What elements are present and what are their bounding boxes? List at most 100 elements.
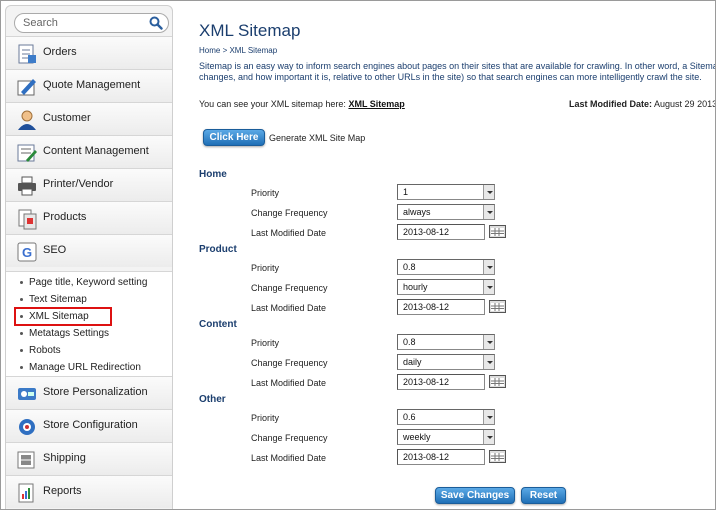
personalization-icon bbox=[18, 388, 36, 400]
search-input[interactable] bbox=[23, 15, 143, 31]
chevron-down-icon bbox=[483, 410, 494, 424]
last-modified: Last Modified Date: August 29 2013 bbox=[569, 99, 716, 109]
other-priority-select[interactable]: 0.6 bbox=[397, 409, 495, 425]
calendar-icon[interactable] bbox=[489, 375, 506, 388]
content-frequency-select[interactable]: daily bbox=[397, 354, 495, 370]
section-title-home: Home bbox=[199, 169, 227, 180]
sidebar-item-orders[interactable]: Orders bbox=[6, 36, 172, 69]
sidebar-item-quote-management[interactable]: Quote Management bbox=[6, 69, 172, 102]
sidebar-item-label: Printer/Vendor bbox=[43, 178, 114, 190]
sidebar-item-label: Customer bbox=[43, 112, 91, 124]
chevron-down-icon bbox=[483, 280, 494, 294]
xml-sitemap-link[interactable]: XML Sitemap bbox=[348, 99, 404, 109]
home-priority-select[interactable]: 1 bbox=[397, 184, 495, 200]
frequency-label: Change Frequency bbox=[251, 433, 328, 443]
calendar-icon[interactable] bbox=[489, 450, 506, 463]
submenu-item-text-sitemap[interactable]: Text Sitemap bbox=[20, 294, 87, 305]
sidebar-item-store-configuration[interactable]: Store Configuration bbox=[6, 409, 172, 442]
lastmod-label: Last Modified Date bbox=[251, 303, 327, 313]
chevron-down-icon bbox=[483, 335, 494, 349]
sidebar-item-label: Orders bbox=[43, 46, 77, 58]
printer-icon bbox=[18, 176, 36, 196]
section-title-product: Product bbox=[199, 244, 237, 255]
sidebar: Orders Quote Management Customer Content… bbox=[5, 5, 173, 509]
chevron-down-icon bbox=[483, 430, 494, 444]
sitemap-link-line: You can see your XML sitemap here: XML S… bbox=[199, 99, 405, 109]
selection-highlight bbox=[14, 307, 112, 326]
sidebar-item-label: Quote Management bbox=[43, 79, 141, 91]
sidebar-item-label: Content Management bbox=[43, 145, 149, 157]
frequency-label: Change Frequency bbox=[251, 283, 328, 293]
page-title: XML Sitemap bbox=[199, 21, 301, 40]
sidebar-item-label: SEO bbox=[43, 244, 67, 256]
other-date-input[interactable]: 2013-08-12 bbox=[397, 449, 485, 465]
breadcrumb[interactable]: Home > XML Sitemap bbox=[199, 46, 277, 55]
lastmod-label: Last Modified Date bbox=[251, 228, 327, 238]
sidebar-item-label: Products bbox=[43, 211, 87, 223]
submenu-item-robots[interactable]: Robots bbox=[20, 345, 61, 356]
sidebar-item-label: Reports bbox=[43, 485, 82, 497]
sidebar-item-label: Store Configuration bbox=[43, 419, 138, 431]
calendar-icon[interactable] bbox=[489, 300, 506, 313]
submenu-item-page-title[interactable]: Page title, Keyword setting bbox=[20, 277, 147, 288]
last-modified-label: Last Modified Date: bbox=[569, 99, 653, 109]
priority-label: Priority bbox=[251, 413, 280, 423]
sitemap-link-text: You can see your XML sitemap here: bbox=[199, 99, 346, 109]
product-date-input[interactable]: 2013-08-12 bbox=[397, 299, 485, 315]
priority-label: Priority bbox=[251, 263, 280, 273]
sidebar-item-shipping[interactable]: Shipping bbox=[6, 442, 172, 475]
submenu-item-url-redirection[interactable]: Manage URL Redirection bbox=[20, 362, 141, 373]
quote-icon bbox=[17, 79, 36, 96]
content-priority-select[interactable]: 0.8 bbox=[397, 334, 495, 350]
calendar-icon[interactable] bbox=[489, 225, 506, 238]
sidebar-item-reports[interactable]: Reports bbox=[6, 475, 172, 508]
description: Sitemap is an easy way to inform search … bbox=[199, 61, 716, 83]
section-title-content: Content bbox=[199, 319, 237, 330]
reset-button[interactable]: Reset bbox=[521, 487, 566, 504]
configuration-icon bbox=[19, 419, 35, 435]
section-title-other: Other bbox=[199, 394, 226, 405]
content-date-input[interactable]: 2013-08-12 bbox=[397, 374, 485, 390]
seo-icon: G bbox=[17, 242, 37, 262]
product-frequency-select[interactable]: hourly bbox=[397, 279, 495, 295]
sidebar-item-label: Store Personalization bbox=[43, 386, 148, 398]
svg-text:G: G bbox=[22, 245, 32, 260]
sidebar-item-customer[interactable]: Customer bbox=[6, 102, 172, 135]
home-frequency-select[interactable]: always bbox=[397, 204, 495, 220]
reports-icon bbox=[18, 483, 34, 503]
save-changes-button[interactable]: Save Changes bbox=[435, 487, 515, 504]
search-icon[interactable] bbox=[149, 16, 163, 30]
sidebar-item-store-personalization[interactable]: Store Personalization bbox=[6, 376, 172, 409]
home-date-input[interactable]: 2013-08-12 bbox=[397, 224, 485, 240]
click-here-button[interactable]: Click Here bbox=[203, 129, 265, 146]
sidebar-item-content-management[interactable]: Content Management bbox=[6, 135, 172, 168]
chevron-down-icon bbox=[483, 185, 494, 199]
chevron-down-icon bbox=[483, 205, 494, 219]
lastmod-label: Last Modified Date bbox=[251, 378, 327, 388]
products-icon bbox=[18, 209, 37, 230]
product-priority-select[interactable]: 0.8 bbox=[397, 259, 495, 275]
frequency-label: Change Frequency bbox=[251, 208, 328, 218]
description-line: Sitemap is an easy way to inform search … bbox=[199, 61, 716, 71]
sidebar-item-printer-vendor[interactable]: Printer/Vendor bbox=[6, 168, 172, 201]
app-frame: Orders Quote Management Customer Content… bbox=[0, 0, 716, 510]
customer-icon bbox=[18, 110, 36, 130]
orders-icon bbox=[18, 44, 36, 64]
search-box bbox=[14, 13, 169, 33]
content-icon bbox=[17, 144, 37, 162]
generate-label: Generate XML Site Map bbox=[269, 133, 366, 143]
priority-label: Priority bbox=[251, 338, 280, 348]
lastmod-label: Last Modified Date bbox=[251, 453, 327, 463]
frequency-label: Change Frequency bbox=[251, 358, 328, 368]
sidebar-item-label: Shipping bbox=[43, 452, 86, 464]
last-modified-value: August 29 2013 bbox=[654, 99, 716, 109]
other-frequency-select[interactable]: weekly bbox=[397, 429, 495, 445]
priority-label: Priority bbox=[251, 188, 280, 198]
sidebar-item-products[interactable]: Products bbox=[6, 201, 172, 234]
description-line: changes, and how important it is, relati… bbox=[199, 72, 702, 82]
chevron-down-icon bbox=[483, 260, 494, 274]
shipping-icon bbox=[17, 451, 35, 469]
sidebar-item-seo[interactable]: G SEO bbox=[6, 234, 172, 267]
submenu-item-metatags[interactable]: Metatags Settings bbox=[20, 328, 109, 339]
chevron-down-icon bbox=[483, 355, 494, 369]
